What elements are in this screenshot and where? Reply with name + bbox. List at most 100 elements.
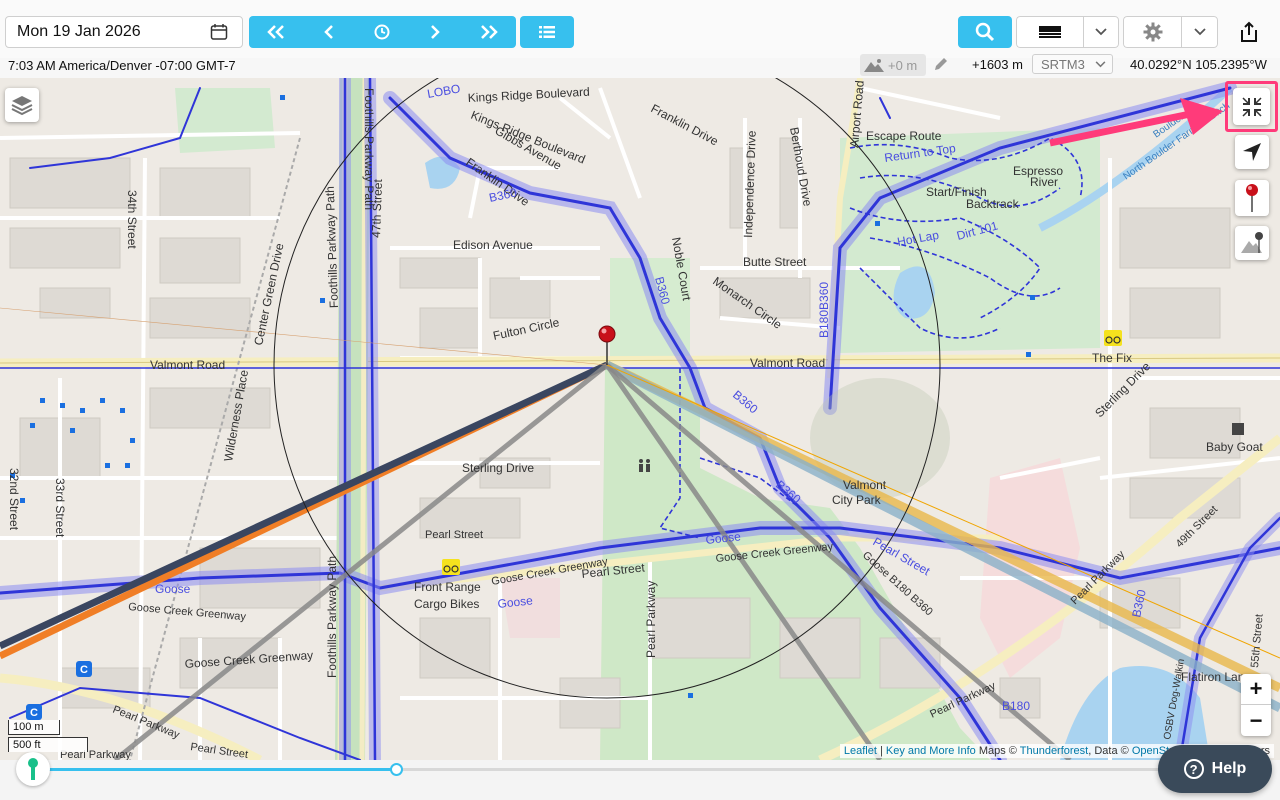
scale-imperial: 500 ft xyxy=(8,737,88,752)
label-thefix: The Fix xyxy=(1092,351,1132,365)
label-baby-goat: Baby Goat xyxy=(1206,440,1263,454)
marker-button[interactable] xyxy=(1235,180,1269,216)
elevation-offset-text: +0 m xyxy=(888,57,918,73)
share-icon xyxy=(1241,21,1257,42)
double-chevron-right-icon xyxy=(480,25,498,39)
label-lobo: LOBO xyxy=(426,81,461,101)
sun-slider-handle[interactable] xyxy=(16,752,50,786)
mountain-pin-icon xyxy=(1241,232,1263,253)
zoom-out-button[interactable]: − xyxy=(1241,705,1271,736)
elevation-marker-button[interactable] xyxy=(1235,226,1269,260)
label-foothills-1: Foothills Parkway Path xyxy=(323,186,341,308)
label-backtrack: Backtrack xyxy=(966,197,1020,211)
share-button[interactable] xyxy=(1234,16,1264,48)
time-slider-thumb[interactable] xyxy=(390,763,403,776)
chevron-down-icon xyxy=(1095,28,1107,36)
label-b360-3: B360 xyxy=(730,388,761,417)
scale-metric: 100 m xyxy=(8,720,60,735)
time-slider-fill xyxy=(48,768,396,771)
top-toolbar: Mon 19 Jan 2026 xyxy=(0,0,1280,58)
chevron-left-icon xyxy=(323,25,333,39)
search-button[interactable] xyxy=(958,16,1012,48)
chevron-down-icon xyxy=(1193,28,1206,36)
label-sterling-drive-2: Sterling Drive xyxy=(462,461,534,475)
exit-fullscreen-icon xyxy=(1241,96,1262,117)
clock-icon xyxy=(374,24,389,40)
svg-text:C: C xyxy=(80,664,88,676)
gear-icon xyxy=(1143,22,1162,42)
search-icon xyxy=(975,22,995,42)
key-info-link[interactable]: Key and More Info xyxy=(886,745,976,757)
elevation-text: +1603 m xyxy=(972,57,1023,72)
list-icon xyxy=(539,26,555,38)
chevron-right-icon xyxy=(430,25,440,39)
date-input[interactable]: Mon 19 Jan 2026 xyxy=(5,16,243,48)
leaflet-link[interactable]: Leaflet xyxy=(844,745,877,757)
fast-back-button[interactable] xyxy=(249,16,302,48)
attrib-sep: | xyxy=(876,745,886,757)
info-bar: 7:03 AM America/Denver -07:00 GMT-7 +0 m… xyxy=(0,52,1280,78)
calendar-icon[interactable] xyxy=(210,23,228,41)
map-style-dropdown[interactable] xyxy=(1083,16,1119,48)
label-pearl-street-4: Pearl Street xyxy=(425,529,483,541)
mountain-icon xyxy=(864,59,884,72)
attrib-data: , Data © xyxy=(1088,745,1132,757)
help-button[interactable]: ? Help xyxy=(1158,745,1272,793)
label-49th: Pearl Parkway xyxy=(644,581,658,658)
forward-button[interactable] xyxy=(408,16,461,48)
label-55th: 55th Street xyxy=(1249,614,1266,669)
map-style-select[interactable] xyxy=(1016,16,1119,48)
svg-text:C: C xyxy=(30,707,38,719)
label-b180b360: B180B360 xyxy=(817,282,831,338)
label-valmont-2: Valmont Road xyxy=(750,356,825,370)
label-franklin-1: Franklin Drive xyxy=(649,101,721,148)
layers-button[interactable] xyxy=(5,88,39,122)
map-view[interactable]: C C Kings Ridge Boulevard Kings Ridge Bo… xyxy=(0,78,1280,760)
map-style-button[interactable] xyxy=(1016,16,1083,48)
time-slider-track[interactable] xyxy=(48,768,1248,771)
label-edison: Edison Avenue xyxy=(453,238,533,252)
label-butte: Butte Street xyxy=(743,255,807,269)
label-independence: Independence Drive xyxy=(741,130,759,238)
label-goose-1: Goose xyxy=(155,582,191,596)
label-b360-1: B360 xyxy=(488,185,519,205)
locate-button[interactable] xyxy=(1235,135,1269,169)
elevation-offset-field[interactable]: +0 m xyxy=(860,54,926,76)
fast-forward-button[interactable] xyxy=(461,16,516,48)
label-kings-ridge-2: Kings Ridge Boulevard xyxy=(469,108,587,167)
label-b180: B180 xyxy=(1002,699,1030,713)
label-kings-ridge-1: Kings Ridge Boulevard xyxy=(467,85,590,105)
label-front-range-2: Cargo Bikes xyxy=(414,597,479,611)
now-button[interactable] xyxy=(355,16,408,48)
poi-bike-shop xyxy=(1104,330,1122,346)
sun-marker-icon xyxy=(28,758,38,780)
dem-select[interactable]: SRTM3 xyxy=(1032,54,1113,74)
label-33rd: 33rd Street xyxy=(53,478,67,538)
map-tiles[interactable]: C C Kings Ridge Boulevard Kings Ridge Bo… xyxy=(0,78,1280,760)
zoom-in-button[interactable]: + xyxy=(1241,674,1271,705)
navigation-arrow-icon xyxy=(1243,143,1261,161)
poi-bus-stop: C xyxy=(76,661,92,677)
back-button[interactable] xyxy=(302,16,355,48)
exit-fullscreen-button[interactable] xyxy=(1233,88,1270,125)
thunderforest-link[interactable]: Thunderforest xyxy=(1020,745,1088,757)
settings-button[interactable] xyxy=(1123,16,1181,48)
label-front-range-1: Front Range xyxy=(414,580,481,594)
label-47th: 47th Street xyxy=(369,178,385,238)
poi-bus-stop: C xyxy=(26,704,42,720)
label-fulton: Fulton Circle xyxy=(492,315,561,343)
list-button[interactable] xyxy=(520,16,574,48)
pencil-icon[interactable] xyxy=(933,56,949,72)
label-valmont-park-1: Valmont xyxy=(843,478,887,492)
list-group xyxy=(520,16,574,48)
label-valmont-1: Valmont Road xyxy=(150,358,225,372)
zoom-control: + − xyxy=(1241,674,1271,736)
attrib-maps: Maps © xyxy=(975,745,1020,757)
coordinates-text: 40.0292°N 105.2395°W xyxy=(1130,57,1267,72)
help-icon: ? xyxy=(1183,759,1204,779)
settings-dropdown[interactable] xyxy=(1181,16,1218,48)
label-valmont-park-2: City Park xyxy=(832,493,882,507)
label-34th: 34th Street xyxy=(125,190,139,249)
timeline-bar xyxy=(0,752,1280,800)
park-area xyxy=(175,88,275,153)
